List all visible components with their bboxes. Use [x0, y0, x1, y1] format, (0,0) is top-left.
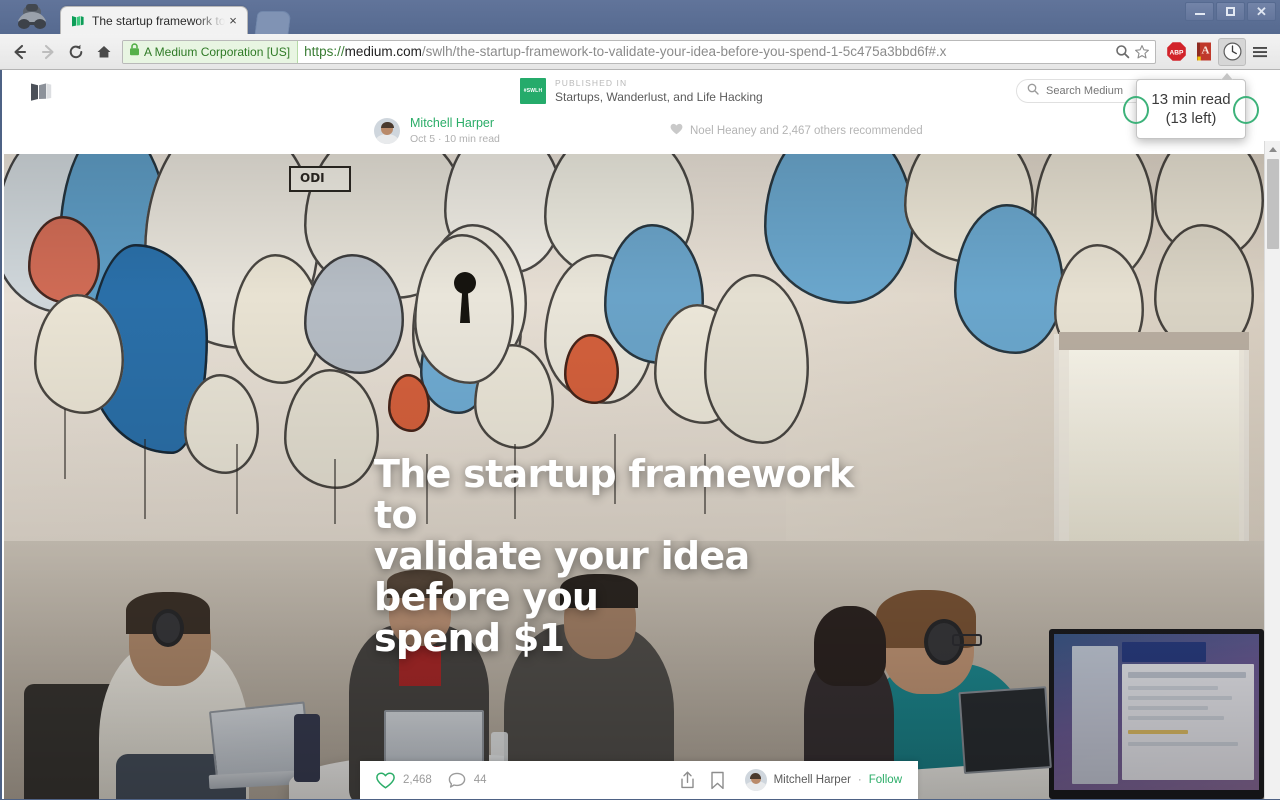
follow-button[interactable]: Follow [869, 774, 902, 786]
extension-dictionary[interactable]: A [1190, 38, 1218, 66]
scrollbar-up-button[interactable] [1265, 141, 1280, 157]
author-name[interactable]: Mitchell Harper [410, 116, 500, 130]
publication-badge: #SWLH [520, 78, 546, 104]
lock-icon [129, 42, 140, 61]
action-bar-left: 2,468 44 [376, 771, 487, 789]
star-icon[interactable] [1133, 43, 1151, 61]
search-icon [1027, 82, 1039, 100]
tab-strip: The startup framework to × ✕ [0, 0, 1280, 34]
recommendations-block: Noel Heaney and 2,467 others recommended [670, 122, 923, 140]
browser-tab[interactable]: The startup framework to × [60, 6, 248, 34]
page-scrollbar[interactable] [1264, 141, 1280, 799]
new-tab-button[interactable] [254, 11, 292, 34]
window-close-button[interactable]: ✕ [1247, 2, 1276, 21]
address-bar[interactable]: A Medium Corporation [US] https://medium… [122, 39, 1156, 64]
svg-text:A: A [1202, 45, 1210, 57]
forward-arrow-icon [34, 38, 62, 66]
recommend-heart-icon[interactable] [376, 771, 395, 789]
tab-close-icon[interactable]: × [225, 13, 241, 29]
medium-article-page: #SWLH Published in Startups, Wanderlust,… [4, 70, 1266, 799]
published-in-label: Published in [555, 78, 628, 88]
medium-logo-icon[interactable] [30, 80, 56, 104]
article-hero-image: ODI The startup framework to validate yo… [4, 154, 1266, 799]
site-security-chip[interactable]: A Medium Corporation [US] [123, 40, 299, 63]
omnibox-actions [1113, 43, 1155, 61]
browser-window: The startup framework to × ✕ A Medium Co… [0, 0, 1280, 800]
medium-logo-icon [71, 14, 85, 28]
hamburger-menu-icon[interactable] [1246, 38, 1274, 66]
publication-name: Startups, Wanderlust, and Life Hacking [555, 90, 763, 104]
action-bar-right: Mitchell Harper · Follow [679, 769, 902, 791]
article-action-bar: 2,468 44 Mitchell Harper · Follow [360, 761, 918, 799]
url-text[interactable]: https://medium.com/swlh/the-startup-fram… [298, 44, 1113, 59]
avatar[interactable] [374, 117, 400, 144]
article-byline-row: Mitchell Harper Oct 5 · 10 min read Noel… [4, 114, 1266, 154]
article-meta: Oct 5 · 10 min read [410, 133, 500, 145]
window-minimize-button[interactable] [1185, 2, 1214, 21]
extension-read-time[interactable] [1218, 37, 1246, 66]
window-maximize-button[interactable] [1216, 2, 1245, 21]
author-block[interactable]: Mitchell Harper Oct 5 · 10 min read [374, 116, 500, 145]
reload-icon[interactable] [62, 38, 90, 66]
page-viewport: #SWLH Published in Startups, Wanderlust,… [0, 70, 1280, 799]
medium-site-header: #SWLH Published in Startups, Wanderlust,… [4, 70, 1266, 114]
window-controls: ✕ [1185, 2, 1276, 21]
url-scheme: https:// [304, 44, 345, 59]
search-in-page-icon[interactable] [1113, 43, 1131, 61]
author-name[interactable]: Mitchell Harper [774, 774, 851, 786]
url-path: /swlh/the-startup-framework-to-validate-… [421, 44, 947, 59]
read-time-popup: 13 min read (13 left) [1123, 73, 1259, 139]
security-label: A Medium Corporation [US] [144, 44, 291, 59]
publication-badge-label: #SWLH [523, 88, 543, 94]
browser-toolbar: A Medium Corporation [US] https://medium… [0, 34, 1280, 70]
action-bar-author[interactable]: Mitchell Harper · Follow [744, 769, 902, 791]
heart-icon [670, 122, 683, 140]
recommendations-text: Noel Heaney and 2,467 others recommended [690, 125, 923, 137]
bookmark-icon[interactable] [710, 771, 725, 790]
scrollbar-thumb[interactable] [1267, 159, 1279, 249]
extension-adblock-plus[interactable]: ABP [1162, 38, 1190, 66]
share-icon[interactable] [679, 771, 696, 789]
read-time-total: 13 min read [1151, 91, 1231, 108]
publication-info[interactable]: #SWLH Published in Startups, Wanderlust,… [520, 78, 763, 104]
read-time-remaining: (13 left) [1165, 110, 1217, 127]
svg-text:ABP: ABP [1169, 50, 1184, 57]
home-icon[interactable] [90, 38, 118, 66]
progress-ring-left-icon [1123, 96, 1149, 124]
separator: · [857, 774, 862, 786]
recommend-count: 2,468 [403, 774, 432, 786]
responses-count: 44 [473, 774, 487, 786]
responses-icon[interactable] [448, 772, 466, 789]
avatar[interactable] [744, 769, 767, 791]
tab-title: The startup framework to [92, 13, 225, 28]
url-host: medium.com [344, 44, 422, 59]
back-arrow-icon[interactable] [6, 38, 34, 66]
incognito-mode-icon [10, 3, 54, 31]
page-title: The startup framework to validate your i… [374, 452, 854, 661]
progress-ring-right-icon [1233, 96, 1259, 124]
